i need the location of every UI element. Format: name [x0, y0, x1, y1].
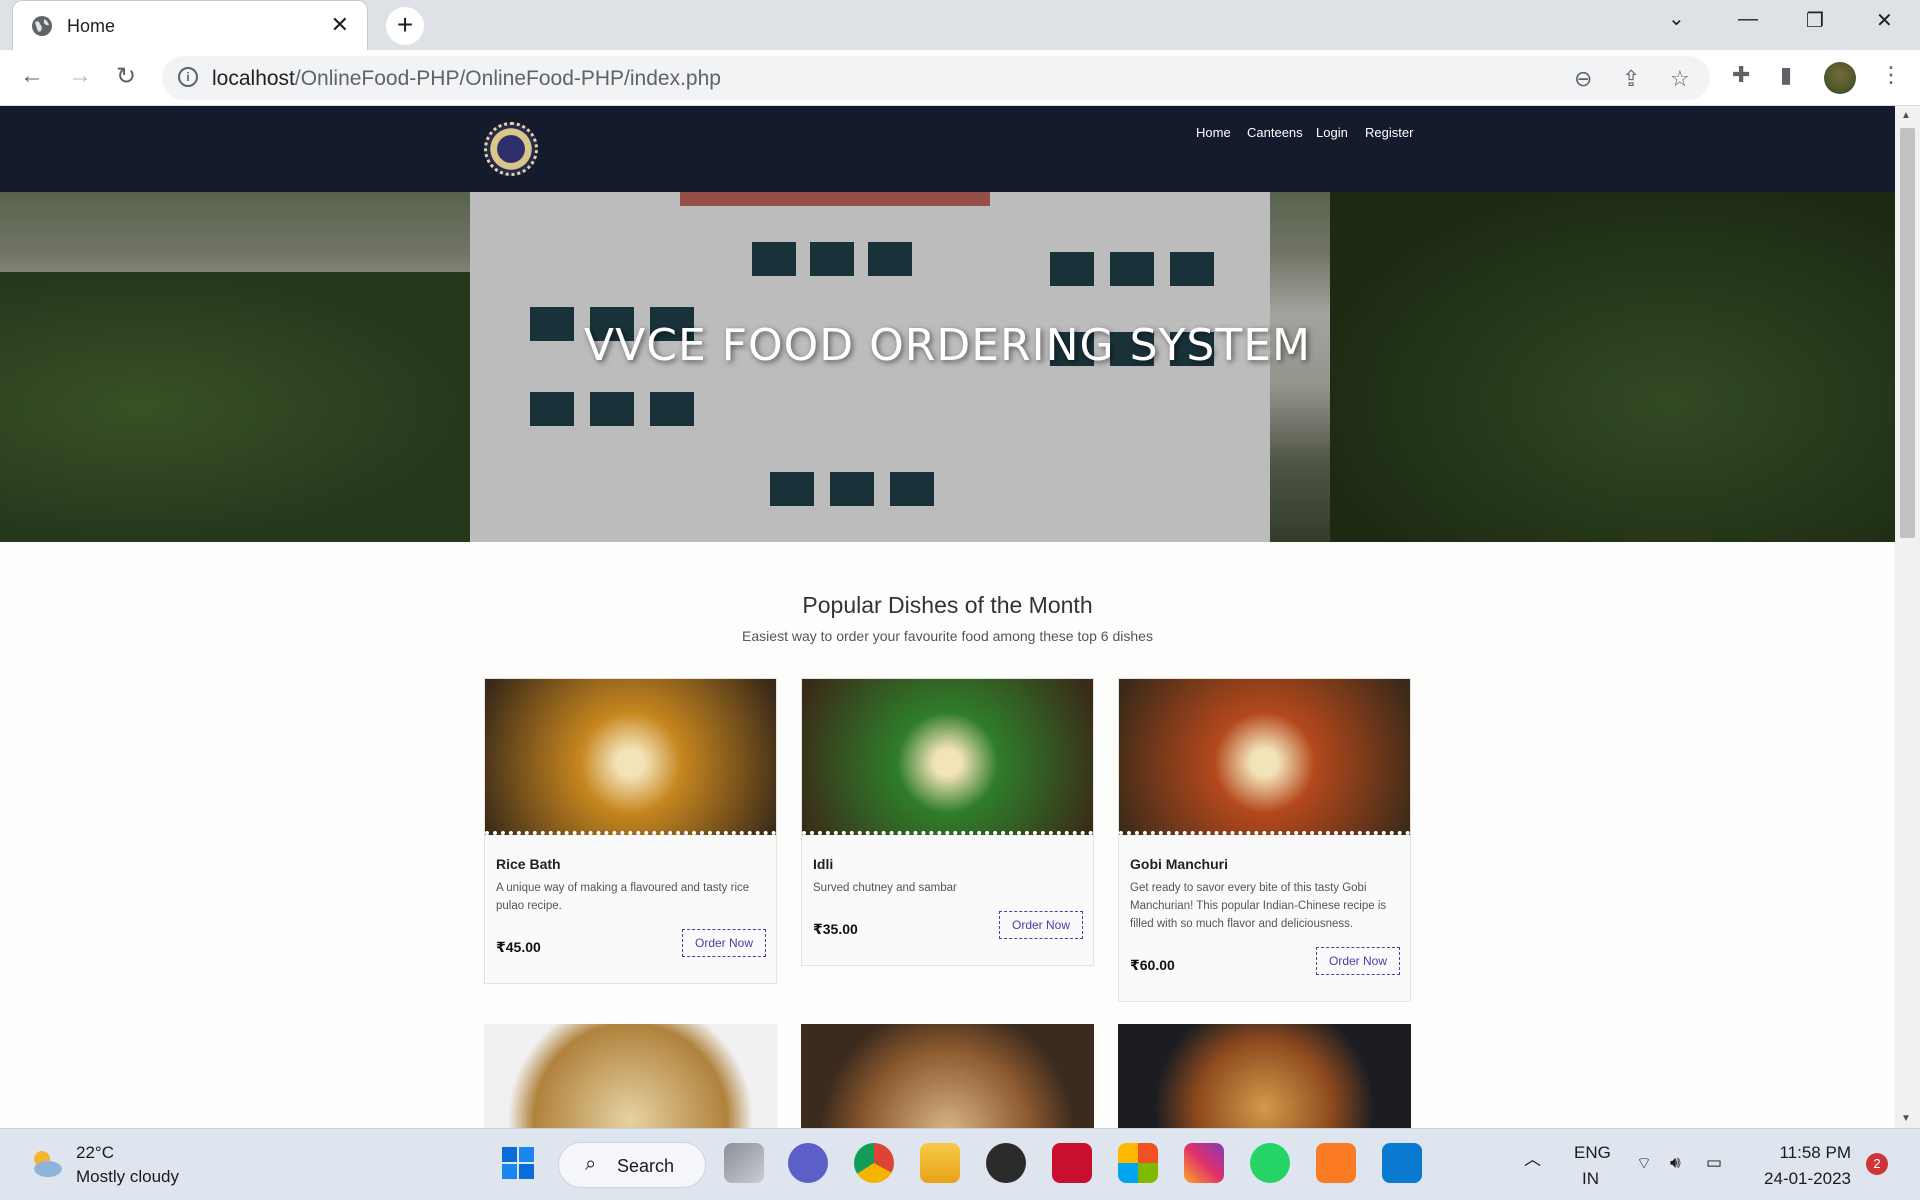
windows-start-icon[interactable]: [498, 1143, 538, 1183]
site-info-icon[interactable]: i: [178, 67, 198, 87]
nav-register[interactable]: Register: [1365, 125, 1413, 140]
dish-image: [1119, 679, 1410, 835]
wifi-icon[interactable]: ⌔: [1636, 1153, 1652, 1174]
url-text[interactable]: localhost/OnlineFood-PHP/OnlineFood-PHP/…: [212, 67, 721, 91]
file-explorer-icon[interactable]: [920, 1143, 960, 1183]
clock-date[interactable]: 24-01-2023: [1754, 1169, 1851, 1189]
dish-price: ₹45.00: [496, 939, 541, 955]
windows-taskbar: 22°C Mostly cloudy ⌕ Search ︿ ENG IN ⌔ 🔊…: [0, 1128, 1920, 1200]
close-window-icon[interactable]: ✕: [1876, 8, 1893, 33]
site-navbar: Home Canteens Login Register: [0, 106, 1895, 192]
dish-description: A unique way of making a flavoured and t…: [496, 882, 750, 912]
battery-icon[interactable]: ▭: [1706, 1153, 1722, 1173]
scroll-down-arrow-icon[interactable]: ▼: [1901, 1113, 1911, 1124]
notification-badge[interactable]: 2: [1866, 1153, 1888, 1175]
dish-name: Gobi Manchuri: [1130, 856, 1228, 872]
weather-temperature[interactable]: 22°C: [76, 1143, 114, 1163]
order-now-button[interactable]: Order Now: [999, 911, 1083, 939]
url-host: localhost: [212, 67, 295, 90]
whatsapp-icon[interactable]: [1250, 1143, 1290, 1183]
instagram-icon[interactable]: [1184, 1143, 1224, 1183]
side-panel-icon[interactable]: ▮: [1780, 62, 1792, 88]
forward-icon[interactable]: →: [68, 62, 92, 90]
browser-tab-strip: Home ✕ + ⌄ — ❐ ✕: [0, 0, 1920, 50]
language-top[interactable]: ENG: [1574, 1143, 1611, 1163]
taskbar-search-box[interactable]: ⌕ Search: [558, 1142, 706, 1188]
minimize-icon[interactable]: —: [1738, 8, 1758, 31]
menu-kebab-icon[interactable]: ⋮: [1880, 62, 1902, 88]
tab-close-icon[interactable]: ✕: [331, 13, 349, 37]
section-title: Popular Dishes of the Month: [802, 592, 1093, 618]
dish-image-coffee: [801, 1024, 1094, 1128]
college-logo[interactable]: [484, 122, 538, 176]
hero-banner: VVCE FOOD ORDERING SYSTEM: [0, 192, 1895, 542]
dish-image-noodles: [484, 1024, 777, 1128]
xampp-icon[interactable]: [1316, 1143, 1356, 1183]
dish-image-burger: [1118, 1024, 1411, 1128]
browser-tab[interactable]: Home ✕: [12, 0, 368, 50]
dish-card: Idli Surved chutney and sambar ₹35.00 Or…: [801, 678, 1094, 966]
dell-icon[interactable]: [986, 1143, 1026, 1183]
nav-home[interactable]: Home: [1196, 125, 1231, 140]
dish-card: Rice Bath A unique way of making a flavo…: [484, 678, 777, 984]
zoom-icon[interactable]: ⊖: [1574, 66, 1592, 92]
show-hidden-icons-chevron-icon[interactable]: ︿: [1524, 1145, 1541, 1170]
browser-toolbar: ← → ↻ i localhost/OnlineFood-PHP/OnlineF…: [0, 50, 1920, 106]
dish-description: Get ready to savor every bite of this ta…: [1130, 882, 1387, 930]
dish-description: Surved chutney and sambar: [813, 882, 957, 894]
language-bottom[interactable]: IN: [1582, 1169, 1599, 1189]
microsoft-store-icon[interactable]: [1118, 1143, 1158, 1183]
profile-avatar[interactable]: [1824, 62, 1856, 94]
order-now-button[interactable]: Order Now: [1316, 947, 1400, 975]
address-bar[interactable]: i localhost/OnlineFood-PHP/OnlineFood-PH…: [162, 56, 1710, 100]
tab-title: Home: [67, 16, 116, 36]
new-tab-button[interactable]: +: [386, 7, 424, 45]
order-now-button[interactable]: Order Now: [682, 929, 766, 957]
chrome-icon[interactable]: [854, 1143, 894, 1183]
nav-canteens[interactable]: Canteens: [1247, 125, 1303, 140]
taskbar-search-label: Search: [617, 1156, 675, 1176]
dish-name: Rice Bath: [496, 856, 561, 872]
scrollbar-thumb[interactable]: [1900, 128, 1915, 538]
page-scrollbar[interactable]: ▲ ▼: [1895, 106, 1920, 1128]
teams-chat-icon[interactable]: [788, 1143, 828, 1183]
dish-image: [802, 679, 1093, 835]
dish-card: Gobi Manchuri Get ready to savor every b…: [1118, 678, 1411, 1002]
url-path: /OnlineFood-PHP/OnlineFood-PHP/index.php: [294, 67, 721, 90]
popular-dishes-section: Popular Dishes of the Month Easiest way …: [0, 542, 1895, 1128]
dish-image: [485, 679, 776, 835]
weather-condition[interactable]: Mostly cloudy: [76, 1167, 179, 1187]
clock-time[interactable]: 11:58 PM: [1775, 1143, 1851, 1163]
vscode-icon[interactable]: [1382, 1143, 1422, 1183]
hero-title: VVCE FOOD ORDERING SYSTEM: [584, 320, 1311, 371]
share-icon[interactable]: ⇪: [1622, 66, 1640, 92]
dish-price: ₹60.00: [1130, 957, 1175, 973]
restore-icon[interactable]: ❐: [1806, 8, 1824, 33]
dish-price: ₹35.00: [813, 921, 858, 937]
task-view-icon[interactable]: [724, 1143, 764, 1183]
weather-cloud-icon[interactable]: [26, 1143, 66, 1183]
back-icon[interactable]: ←: [20, 62, 44, 90]
reload-icon[interactable]: ↻: [116, 62, 136, 91]
scroll-up-arrow-icon[interactable]: ▲: [1901, 110, 1911, 121]
extensions-icon[interactable]: ✚: [1732, 62, 1750, 88]
dish-name: Idli: [813, 856, 834, 872]
bookmark-star-icon[interactable]: ☆: [1670, 66, 1690, 92]
search-icon: ⌕: [585, 1153, 597, 1175]
mcafee-icon[interactable]: [1052, 1143, 1092, 1183]
globe-icon: [32, 16, 52, 36]
nav-login[interactable]: Login: [1316, 125, 1348, 140]
tab-search-chevron-icon[interactable]: ⌄: [1668, 6, 1685, 31]
volume-icon[interactable]: 🔊︎: [1670, 1153, 1681, 1173]
section-subtitle: Easiest way to order your favourite food…: [742, 628, 1153, 644]
web-page: Home Canteens Login Register VVCE FOOD O…: [0, 106, 1895, 1128]
